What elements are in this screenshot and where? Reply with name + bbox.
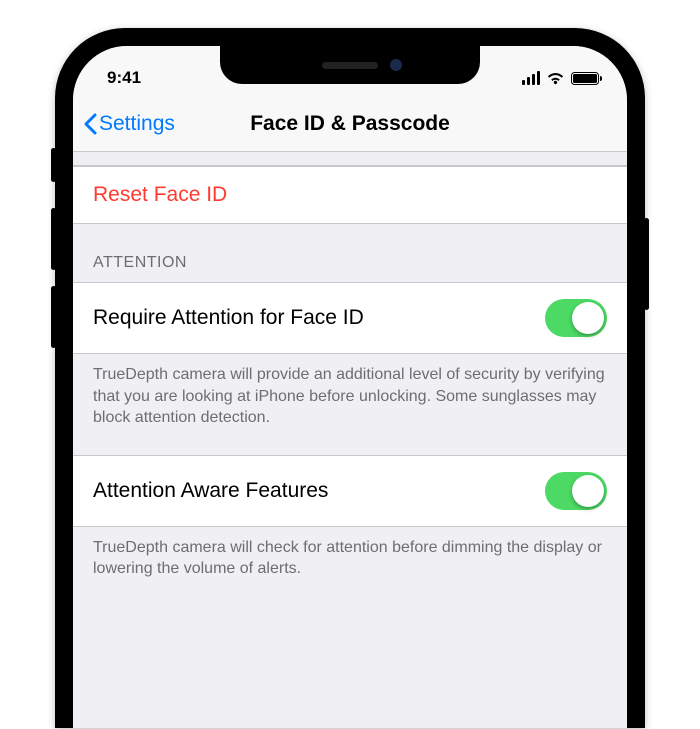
attention-aware-label: Attention Aware Features [93,479,328,503]
attention-aware-toggle[interactable] [545,472,607,510]
notch [220,46,480,84]
back-label: Settings [99,112,175,136]
battery-icon [571,72,599,85]
volume-down-button [51,286,56,348]
require-attention-toggle[interactable] [545,299,607,337]
phone-frame: 9:41 Settings Face ID & Passcode Reset F… [55,28,645,728]
attention-aware-footer: TrueDepth camera will check for attentio… [73,527,627,606]
side-button [644,218,649,310]
screen: 9:41 Settings Face ID & Passcode Reset F… [73,46,627,728]
cellular-icon [522,71,541,85]
reset-face-id-label: Reset Face ID [93,183,227,207]
wifi-icon [546,71,565,85]
reset-face-id-button[interactable]: Reset Face ID [73,166,627,224]
chevron-left-icon [83,113,97,135]
page-title: Face ID & Passcode [250,112,450,136]
back-button[interactable]: Settings [83,112,175,136]
attention-aware-row: Attention Aware Features [73,455,627,527]
require-attention-label: Require Attention for Face ID [93,306,364,330]
require-attention-row: Require Attention for Face ID [73,282,627,354]
spacer [73,152,627,166]
volume-up-button [51,208,56,270]
status-indicators [479,71,599,85]
front-camera [390,59,402,71]
status-time: 9:41 [107,68,227,88]
speaker-grille [322,62,378,69]
attention-section-header: ATTENTION [73,224,627,282]
require-attention-footer: TrueDepth camera will provide an additio… [73,354,627,455]
mute-switch [51,148,56,182]
nav-bar: Settings Face ID & Passcode [73,96,627,152]
